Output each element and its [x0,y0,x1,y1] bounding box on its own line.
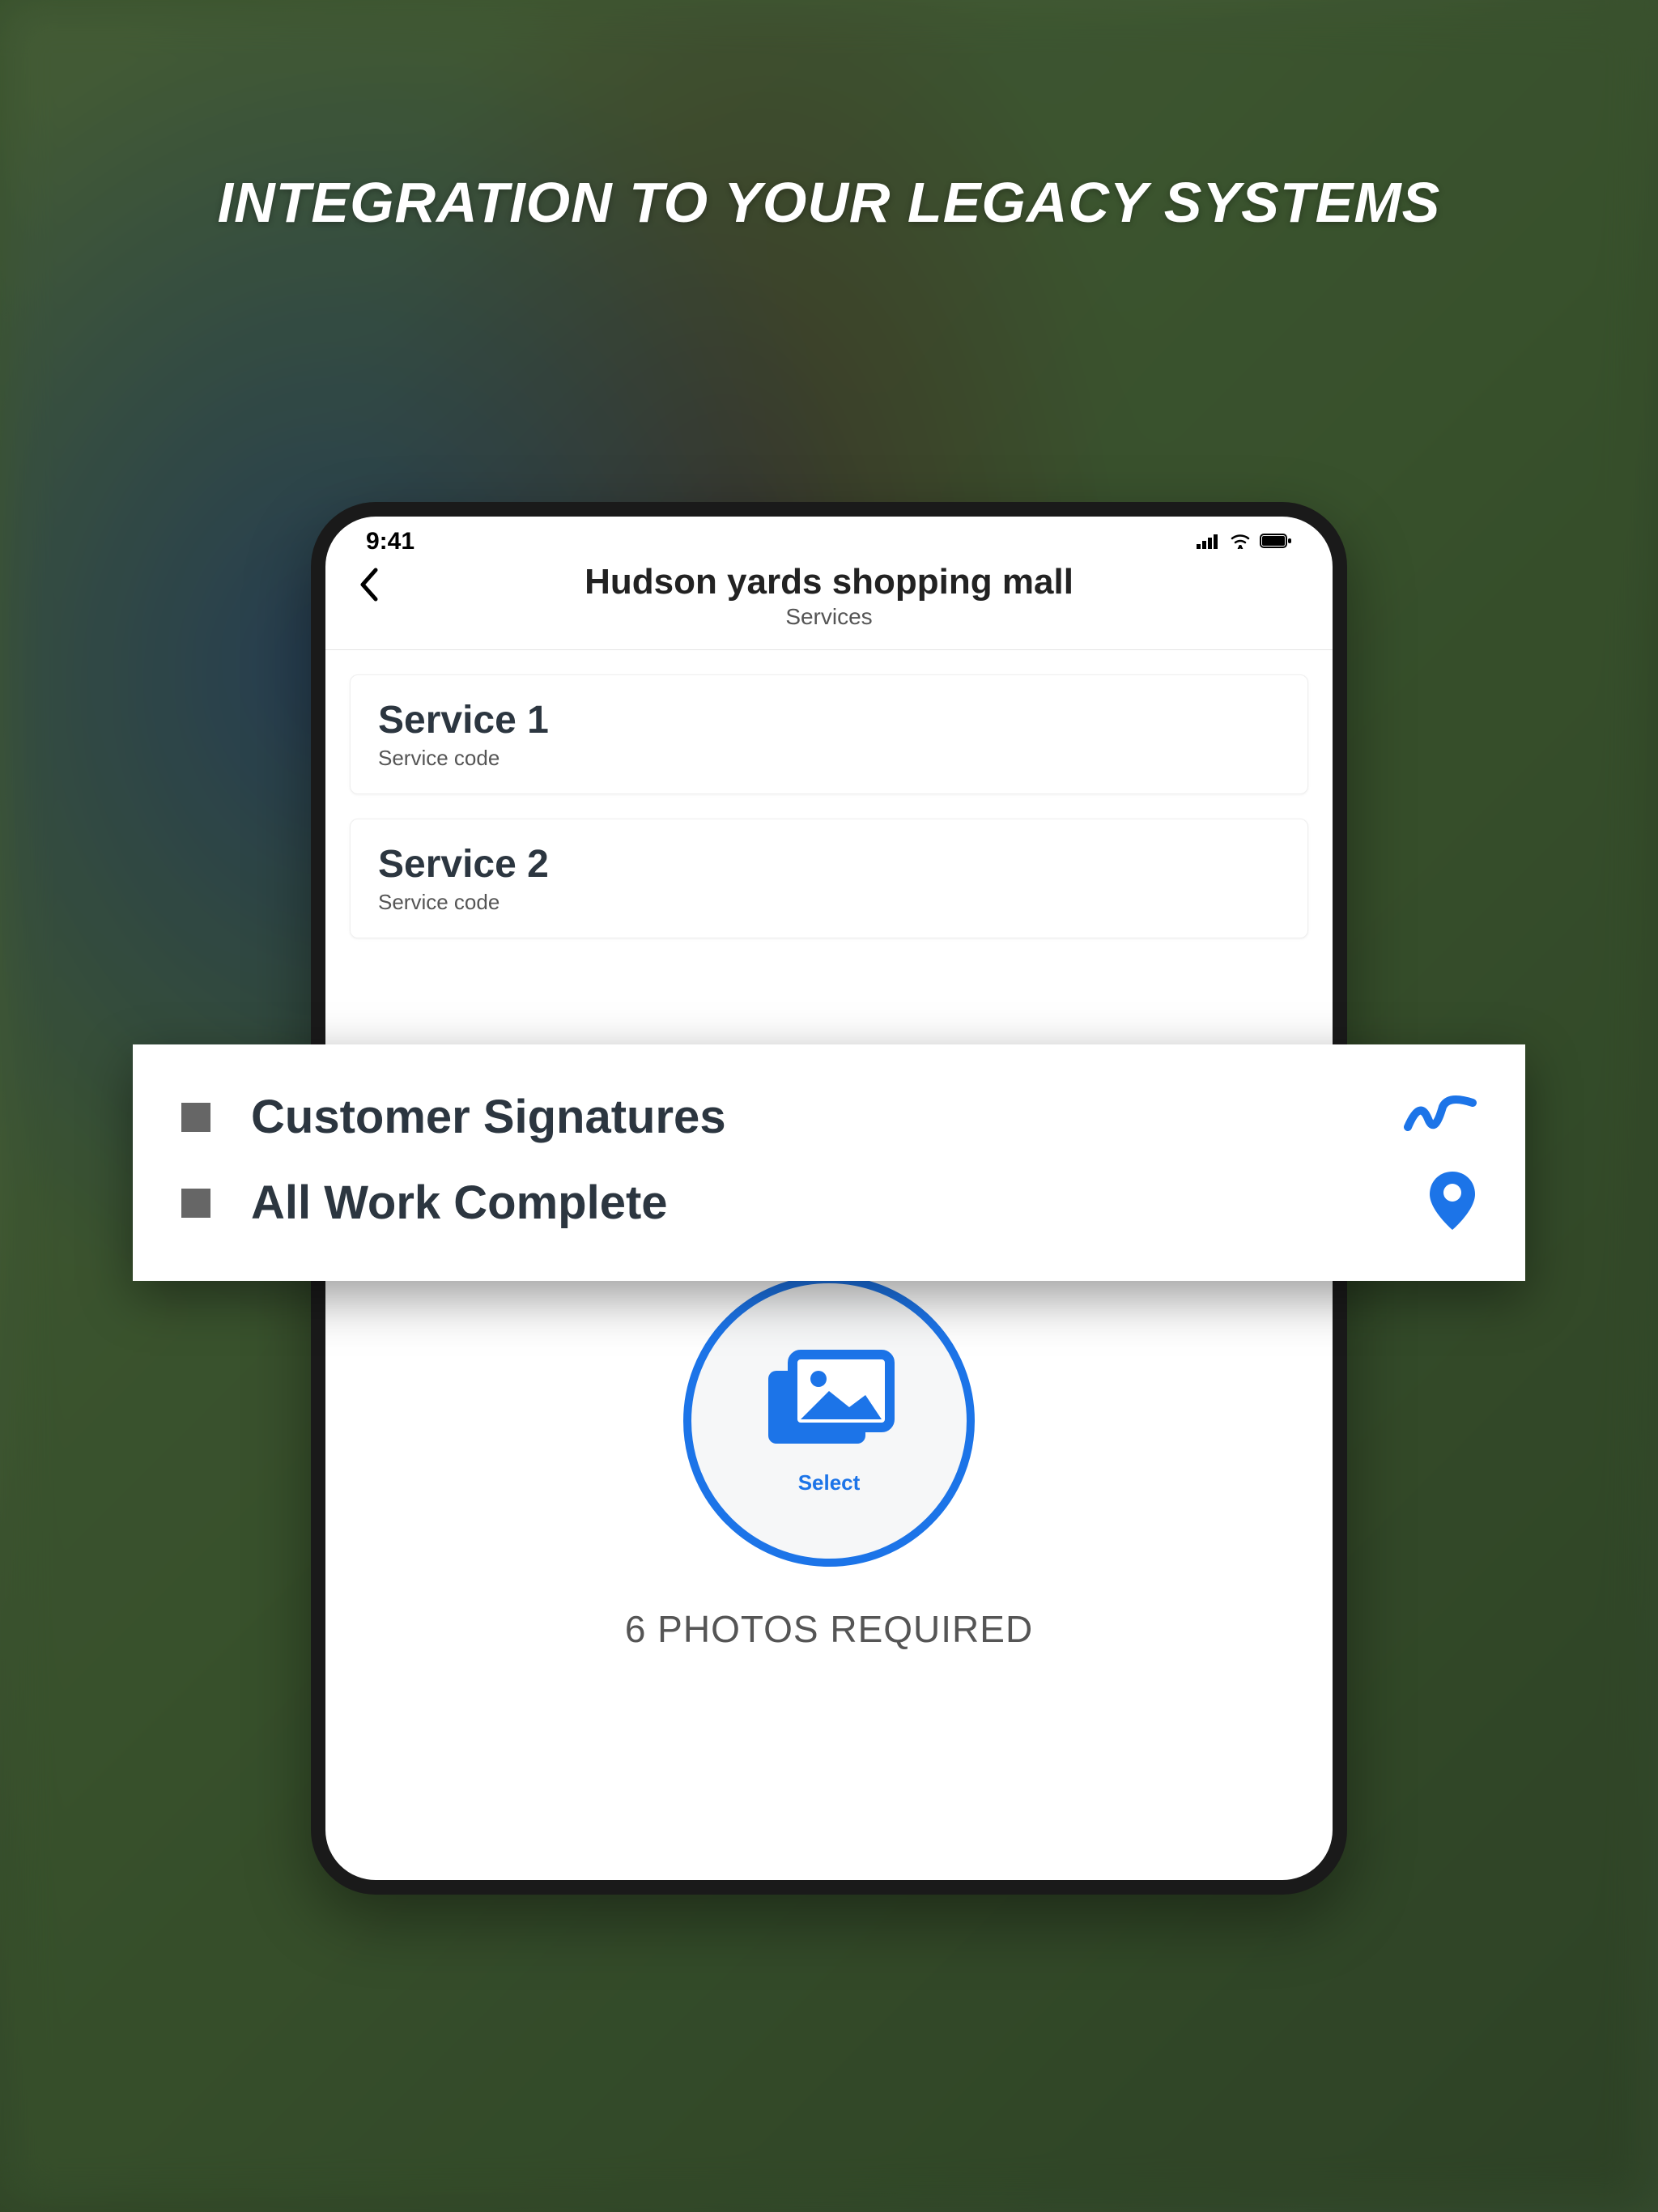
status-right [1197,528,1292,555]
page-headline: INTEGRATION TO YOUR LEGACY SYSTEMS [83,170,1575,235]
cellular-icon [1197,528,1221,555]
checklist-overlay: Customer Signatures All Work Complete [133,1044,1525,1281]
signature-icon [1404,1091,1477,1143]
select-photos-button[interactable]: Select [683,1275,975,1567]
service-code: Service code [378,746,1280,771]
select-label: Select [798,1470,861,1495]
checklist-label: All Work Complete [251,1176,1388,1230]
location-pin-icon [1428,1170,1477,1236]
checklist-item-work-complete[interactable]: All Work Complete [181,1157,1477,1249]
nav-subtitle: Services [350,604,1308,630]
service-code: Service code [378,890,1280,915]
checkbox-icon [181,1103,210,1132]
status-bar: 9:41 [325,517,1333,562]
photo-picker: Select 6 PHOTOS REQUIRED [358,1275,1300,1651]
service-card[interactable]: Service 1 Service code [350,674,1308,794]
gallery-icon [760,1346,898,1464]
chevron-left-icon [358,567,382,602]
wifi-icon [1229,528,1252,555]
status-time: 9:41 [366,528,414,555]
service-title: Service 1 [378,698,1280,742]
photos-required-text: 6 PHOTOS REQUIRED [625,1607,1033,1651]
checkbox-icon [181,1189,210,1218]
service-card[interactable]: Service 2 Service code [350,819,1308,938]
nav-title: Hudson yards shopping mall [350,562,1308,602]
service-title: Service 2 [378,842,1280,887]
battery-icon [1260,528,1292,555]
checklist-item-signatures[interactable]: Customer Signatures [181,1077,1477,1157]
back-button[interactable] [358,567,382,611]
nav-header: Hudson yards shopping mall Services [325,562,1333,650]
checklist-label: Customer Signatures [251,1090,1363,1144]
